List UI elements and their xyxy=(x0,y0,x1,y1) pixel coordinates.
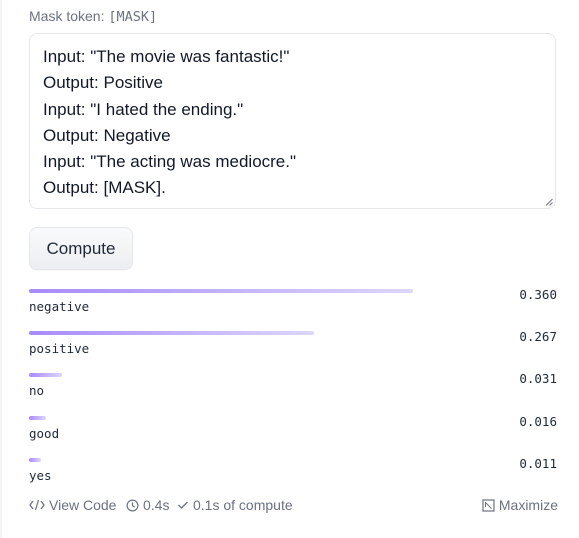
result-score: 0.016 xyxy=(519,414,557,429)
result-label: no xyxy=(29,383,45,398)
elapsed-time-value: 0.4s xyxy=(143,497,170,513)
resize-handle-icon[interactable] xyxy=(545,198,553,206)
maximize-icon xyxy=(482,498,495,512)
input-line: Output: [MASK]. xyxy=(43,178,166,198)
compute-button[interactable]: Compute xyxy=(29,227,133,270)
clock-icon xyxy=(126,498,139,512)
input-line: Output: Negative xyxy=(43,125,171,145)
maximize-label: Maximize xyxy=(498,497,558,513)
result-row: positive 0.267 xyxy=(29,329,557,373)
text-input-area[interactable]: Input: "The movie was fantastic!" Output… xyxy=(29,33,556,209)
score-bar xyxy=(29,416,46,420)
maximize-button[interactable]: Maximize xyxy=(482,496,558,514)
elapsed-time: 0.4s xyxy=(126,496,169,514)
result-row: no 0.031 xyxy=(29,371,557,415)
result-score: 0.011 xyxy=(519,456,557,471)
result-row: good 0.016 xyxy=(29,414,557,458)
result-label: negative xyxy=(29,299,90,314)
result-label: good xyxy=(29,426,60,441)
result-row: yes 0.011 xyxy=(29,456,557,500)
mask-token-info: Mask token: [MASK] xyxy=(29,7,157,26)
mask-token-label: Mask token: xyxy=(29,8,105,24)
input-line: Input: "The movie was fantastic!" xyxy=(43,47,290,66)
left-border xyxy=(0,0,2,538)
score-bar xyxy=(29,373,62,377)
result-score: 0.031 xyxy=(519,371,557,386)
compute-time-value: 0.1s of compute xyxy=(193,497,293,513)
result-score: 0.360 xyxy=(519,287,557,302)
result-row: negative 0.360 xyxy=(29,287,557,331)
input-line: Input: "I hated the ending." xyxy=(43,99,244,119)
view-code-label: View Code xyxy=(49,497,117,513)
result-label: yes xyxy=(29,468,52,483)
input-line: Input: "The acting was mediocre." xyxy=(43,152,297,172)
score-bar xyxy=(29,331,314,335)
check-icon xyxy=(178,501,188,509)
result-label: positive xyxy=(29,341,90,356)
mask-token-value: [MASK] xyxy=(108,9,158,25)
code-icon xyxy=(29,499,45,511)
input-line: Output: Positive xyxy=(43,73,164,93)
widget-footer: View Code 0.4s 0.1s of compute Maximize xyxy=(29,496,558,514)
view-code-link[interactable]: View Code xyxy=(29,496,116,514)
score-bar xyxy=(29,289,413,293)
compute-time: 0.1s of compute xyxy=(177,496,293,514)
score-bar xyxy=(29,458,41,462)
result-score: 0.267 xyxy=(519,329,557,344)
